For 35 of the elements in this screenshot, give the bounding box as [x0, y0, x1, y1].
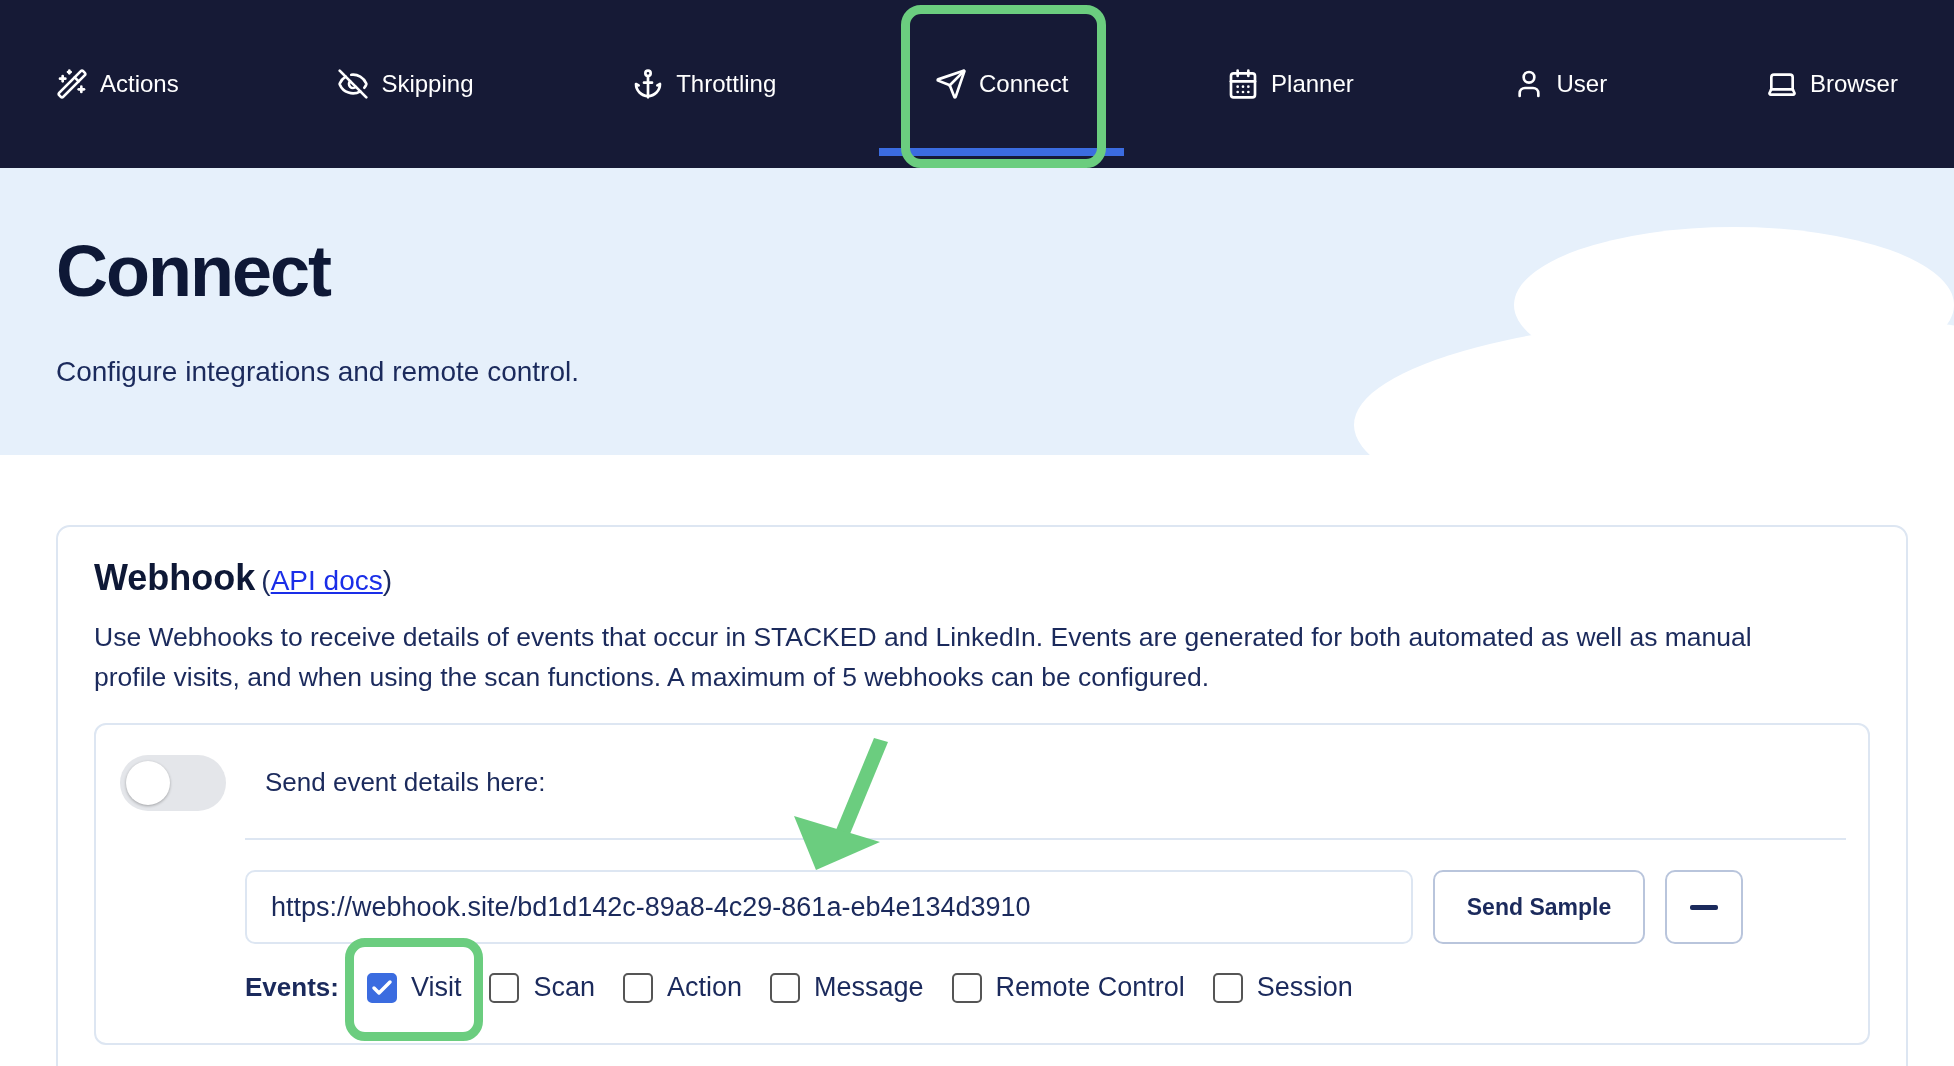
checkbox-label: Message	[814, 972, 924, 1003]
eye-slash-icon	[337, 68, 370, 100]
nav-tab[interactable]: Throttling	[576, 0, 833, 156]
toggle-switch[interactable]	[120, 755, 226, 811]
checkbox-label: Action	[667, 972, 743, 1003]
checkbox[interactable]	[1212, 972, 1243, 1003]
url-input-field[interactable]: https://webhook.site/bd1d142c-89a8-4c29-861a-eb4e134d3910	[245, 870, 1413, 944]
nav-tab[interactable]: User	[1456, 0, 1664, 156]
nav-tab[interactable]: Skipping	[281, 0, 530, 156]
page-title: Connect	[56, 230, 332, 312]
checkbox-label: Visit	[410, 972, 462, 1003]
minus-icon	[1690, 904, 1718, 910]
checkbox[interactable]	[770, 972, 801, 1003]
paper-plane-icon	[934, 68, 967, 100]
field-label: Send event details here:	[264, 766, 546, 798]
nav-tab[interactable]: Planner	[1171, 0, 1410, 156]
section-description: Use Webhooks to receive details of events that occur in STACKED and LinkedIn. Events are generated for both automated as well as manual profile visits, and when using the scan functions. A maximum of 5 webhooks can be configured.	[94, 621, 1753, 694]
section-title: Webhook	[94, 557, 256, 599]
remove-button[interactable]	[1665, 870, 1743, 944]
wand-icon	[56, 68, 88, 100]
nav-tab[interactable]: Connect	[878, 0, 1125, 156]
checkbox-label: Scan	[533, 972, 595, 1003]
checkbox-label: Session	[1256, 972, 1353, 1003]
checkbox-label: Remote Control	[995, 972, 1185, 1003]
events-label: Events:	[245, 972, 339, 1003]
parenthesis: )	[382, 565, 393, 597]
nav-tab[interactable]: Actions	[0, 0, 235, 156]
checkbox[interactable]	[489, 972, 520, 1003]
checkbox[interactable]	[951, 972, 982, 1003]
parenthesis: (	[261, 565, 271, 597]
page-subtitle: Configure integrations and remote control.	[56, 356, 580, 388]
nav-tab[interactable]: Browser	[1709, 0, 1954, 156]
send-sample-button[interactable]: Send Sample	[1433, 870, 1645, 944]
checkbox[interactable]	[623, 972, 653, 1003]
checkbox[interactable]	[366, 972, 397, 1003]
